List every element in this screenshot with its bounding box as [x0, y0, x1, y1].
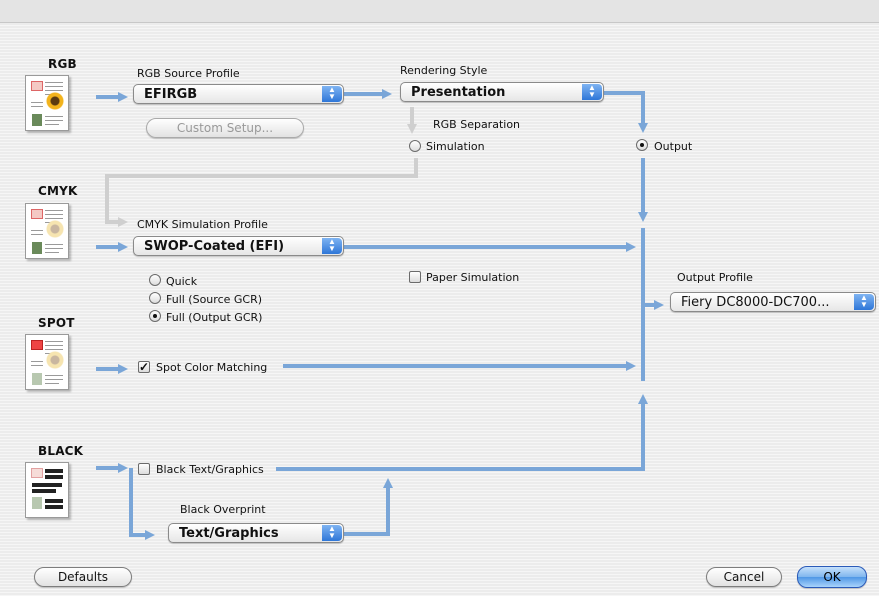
rgb-document-icon — [25, 75, 69, 131]
paper-simulation-checkbox[interactable] — [409, 271, 421, 283]
up-down-arrows-icon: ▲ ▼ — [322, 525, 342, 541]
rgb-separation-label: RGB Separation — [433, 118, 521, 131]
cmyk-simulation-profile-value: SWOP-Coated (EFI) — [144, 239, 285, 254]
output-profile-value: Fiery DC8000-DC700... — [681, 295, 830, 310]
rgb-section-label: RGB — [48, 57, 77, 71]
full-output-gcr-radio[interactable] — [149, 310, 161, 322]
defaults-button[interactable]: Defaults — [34, 567, 132, 587]
custom-setup-button[interactable]: Custom Setup... — [146, 118, 304, 138]
output-profile-label: Output Profile — [677, 271, 753, 284]
simulation-radio-label: Simulation — [426, 140, 485, 153]
rendering-to-output-arrow — [604, 91, 648, 133]
paper-simulation-label: Paper Simulation — [426, 271, 520, 284]
rendering-style-label: Rendering Style — [400, 64, 488, 77]
black-text-graphics-label: Black Text/Graphics — [156, 463, 264, 476]
output-radio-label: Output — [654, 140, 693, 153]
rendering-style-popup[interactable]: Presentation ▲ ▼ — [400, 82, 604, 102]
quick-radio-label: Quick — [166, 275, 198, 288]
full-source-gcr-radio-label: Full (Source GCR) — [166, 293, 263, 306]
overprint-up-arrow — [344, 478, 393, 536]
full-source-gcr-radio[interactable] — [149, 292, 161, 304]
rgb-source-profile-value: EFIRGB — [144, 87, 198, 102]
checkmark-icon: ✓ — [139, 360, 150, 374]
cancel-button[interactable]: Cancel — [706, 567, 782, 587]
simulation-to-cmyk-arrow — [105, 158, 418, 227]
black-text-graphics-checkbox[interactable] — [138, 463, 150, 475]
cmyk-section-label: CMYK — [38, 184, 78, 198]
cmyk-simulation-profile-popup[interactable]: SWOP-Coated (EFI) ▲ ▼ — [133, 236, 344, 256]
black-text-to-output-arrow — [276, 394, 648, 471]
spot-section-label: SPOT — [38, 316, 75, 330]
ok-button[interactable]: OK — [797, 566, 867, 588]
full-output-gcr-radio-label: Full (Output GCR) — [166, 311, 263, 324]
up-down-arrows-icon: ▲ ▼ — [582, 84, 602, 100]
output-profile-popup[interactable]: Fiery DC8000-DC700... ▲ ▼ — [670, 292, 876, 312]
black-document-icon — [25, 462, 69, 518]
simulation-radio[interactable] — [409, 140, 421, 152]
up-down-arrows-icon: ▲ ▼ — [322, 86, 342, 102]
black-overprint-value: Text/Graphics — [179, 526, 279, 541]
black-to-overprint-arrow — [129, 468, 155, 540]
spot-color-matching-checkbox[interactable]: ✓ — [138, 361, 150, 373]
rgb-source-profile-label: RGB Source Profile — [137, 67, 240, 80]
spot-document-icon — [25, 334, 69, 390]
quick-radio[interactable] — [149, 274, 161, 286]
cmyk-document-icon — [25, 203, 69, 259]
spot-color-matching-label: Spot Color Matching — [156, 361, 268, 374]
rgb-source-profile-popup[interactable]: EFIRGB ▲ ▼ — [133, 84, 344, 104]
output-radio[interactable] — [636, 139, 648, 151]
black-overprint-label: Black Overprint — [180, 503, 266, 516]
up-down-arrows-icon: ▲ ▼ — [854, 294, 874, 310]
up-down-arrows-icon: ▲ ▼ — [322, 238, 342, 254]
black-overprint-popup[interactable]: Text/Graphics ▲ ▼ — [168, 523, 344, 543]
black-section-label: BLACK — [38, 444, 84, 458]
cmyk-simulation-profile-label: CMYK Simulation Profile — [137, 218, 268, 231]
rendering-style-value: Presentation — [411, 85, 506, 100]
